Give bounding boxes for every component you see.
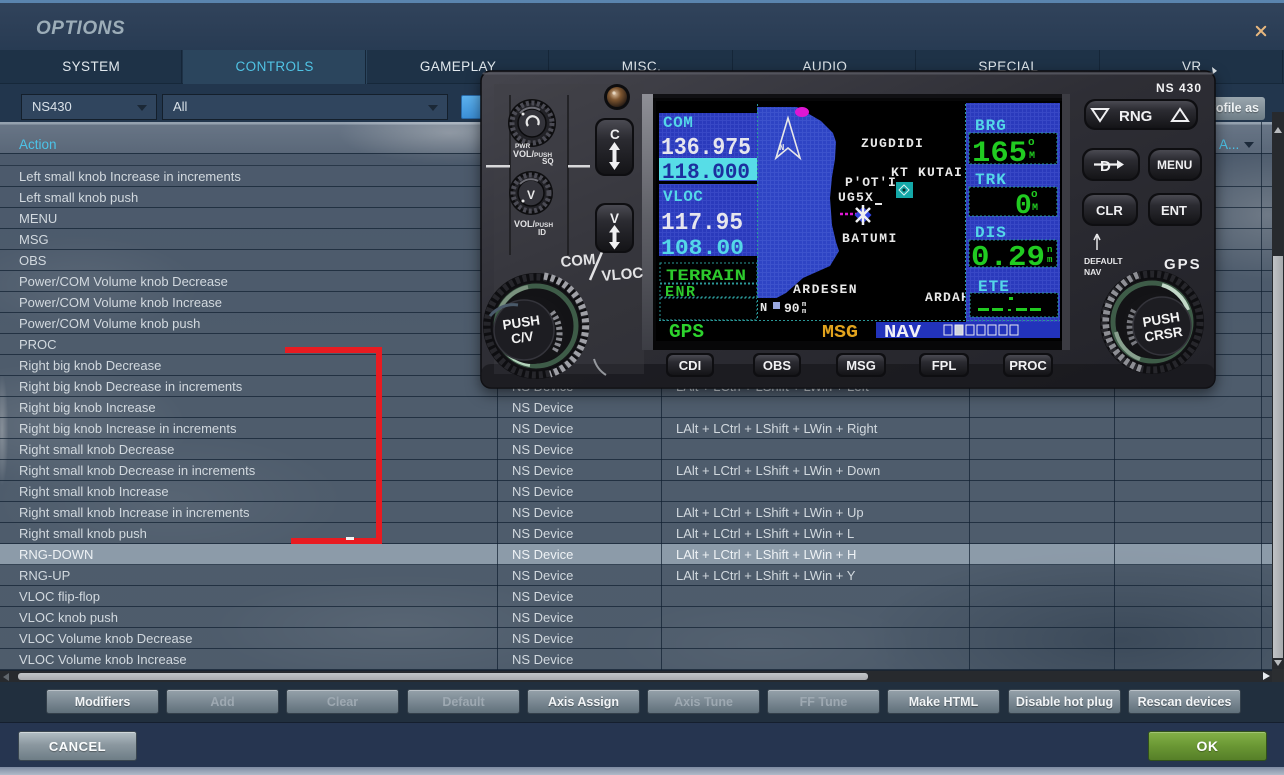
svg-text:o: o [1031, 189, 1038, 201]
svg-text:DEFAULT: DEFAULT [1084, 256, 1123, 266]
svg-text:P'OT'I: P'OT'I [845, 175, 897, 190]
svg-text:D: D [1100, 158, 1111, 175]
svg-text:ETE: ETE [978, 278, 1010, 296]
svg-text:UG5X: UG5X [838, 190, 874, 205]
svg-text:0: 0 [1015, 191, 1032, 222]
svg-text:N: N [779, 143, 784, 153]
svg-text:VLOC: VLOC [663, 188, 703, 206]
svg-text:0.29: 0.29 [971, 241, 1045, 274]
svg-text:m: m [802, 308, 806, 316]
svg-text:COM: COM [560, 251, 596, 271]
svg-text:SQ: SQ [542, 157, 554, 166]
svg-text:GPS: GPS [669, 321, 704, 343]
svg-text:C: C [610, 127, 620, 142]
svg-text:V: V [527, 188, 535, 202]
svg-text:C/V: C/V [510, 329, 534, 347]
svg-text:NS 430: NS 430 [1156, 81, 1202, 95]
svg-text:V: V [610, 211, 619, 226]
svg-text:n: n [1047, 245, 1052, 255]
svg-text:m: m [1047, 255, 1053, 265]
svg-text:NAV: NAV [884, 323, 921, 343]
svg-text:M: M [1032, 203, 1038, 214]
svg-text:ENR: ENR [665, 284, 697, 301]
svg-text:BRG: BRG [975, 117, 1007, 135]
svg-text:136.975: 136.975 [661, 135, 751, 162]
svg-text:DIS: DIS [975, 224, 1007, 242]
svg-text:FPL: FPL [932, 358, 957, 373]
svg-text:VLOC: VLOC [601, 264, 644, 285]
svg-text:BATUMI: BATUMI [842, 231, 898, 246]
svg-text:TRK: TRK [975, 171, 1007, 189]
svg-text:KT KUTAI: KT KUTAI [891, 165, 963, 180]
svg-text:90: 90 [784, 301, 800, 316]
svg-text:MSG: MSG [846, 358, 876, 373]
svg-text:M: M [1029, 151, 1035, 162]
svg-text:ARDAH: ARDAH [925, 290, 970, 305]
svg-text:ZUGDIDI: ZUGDIDI [861, 136, 924, 151]
svg-text:o: o [1028, 137, 1035, 149]
svg-text:RNG: RNG [1119, 108, 1152, 125]
svg-text:PROC: PROC [1009, 358, 1047, 373]
svg-text:NAV: NAV [1084, 267, 1102, 277]
svg-text:117.95: 117.95 [661, 210, 743, 237]
svg-text:TERRAIN: TERRAIN [666, 267, 746, 285]
svg-text:165: 165 [972, 137, 1027, 171]
svg-text:CLR: CLR [1096, 203, 1123, 218]
svg-text:ARDESEN: ARDESEN [793, 282, 858, 297]
svg-text:ID: ID [538, 228, 546, 237]
svg-text:GPS: GPS [1164, 256, 1202, 273]
svg-text:MENU: MENU [1157, 158, 1192, 172]
svg-text:CDI: CDI [679, 358, 701, 373]
svg-text:N: N [760, 301, 767, 315]
svg-text:COM: COM [663, 114, 693, 132]
svg-text:118.000: 118.000 [662, 160, 750, 185]
svg-text:108.00: 108.00 [661, 236, 744, 261]
svg-text:OBS: OBS [763, 358, 792, 373]
svg-text:ENT: ENT [1161, 203, 1187, 218]
svg-text:MSG: MSG [822, 323, 858, 343]
